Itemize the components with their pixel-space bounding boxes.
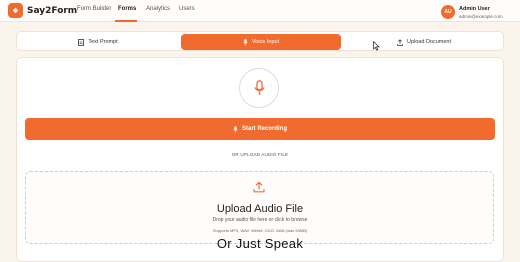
brand-logo[interactable]: Say2Form [8, 3, 77, 18]
upload-title: Upload Audio File [216, 203, 304, 215]
brand-name: Say2Form [27, 5, 78, 16]
tab-voice-input-label: Voice Input [251, 39, 280, 45]
nav-active-indicator [115, 20, 137, 22]
input-mode-tabs: Text Prompt Voice Input Upload Document [16, 31, 504, 51]
upload-instructions: Drop your audio file here or click to br… [212, 217, 308, 223]
user-avatar[interactable]: AU [441, 5, 455, 19]
nav-form-builder[interactable]: Form Builder [77, 6, 111, 12]
nav-forms[interactable]: Forms [118, 6, 136, 12]
upload-icon [397, 38, 403, 46]
start-recording-label: Start Recording [241, 126, 287, 132]
user-email: admin@example.com [459, 14, 503, 19]
microphone-icon [243, 38, 248, 46]
document-icon [78, 38, 85, 46]
nav-analytics[interactable]: Analytics [146, 6, 170, 12]
user-name: Admin User [459, 6, 490, 12]
or-upload-divider: OR UPLOAD AUDIO FILE [231, 152, 289, 157]
nav-users[interactable]: Users [179, 6, 195, 12]
tab-text-prompt[interactable]: Text Prompt [19, 34, 177, 50]
tab-text-prompt-label: Text Prompt [88, 39, 118, 45]
tab-upload-document-label: Upload Document [406, 39, 452, 45]
microphone-icon [233, 125, 238, 133]
mouse-cursor-icon [373, 41, 380, 51]
upload-icon [253, 181, 265, 193]
start-recording-button[interactable]: Start Recording [25, 118, 495, 140]
microphone-icon [253, 80, 265, 95]
brand-logo-icon [8, 3, 23, 18]
upload-formats-note: Supports MP3, WAV, WebM, OGG, M4A (max 5… [212, 228, 308, 233]
tab-voice-input[interactable]: Voice Input [181, 34, 341, 50]
microphone-button[interactable] [239, 68, 279, 108]
top-nav: Say2Form Form Builder Forms Analytics Us… [0, 0, 520, 22]
tab-upload-document[interactable]: Upload Document [345, 34, 503, 50]
video-caption: Or Just Speak [216, 236, 304, 251]
